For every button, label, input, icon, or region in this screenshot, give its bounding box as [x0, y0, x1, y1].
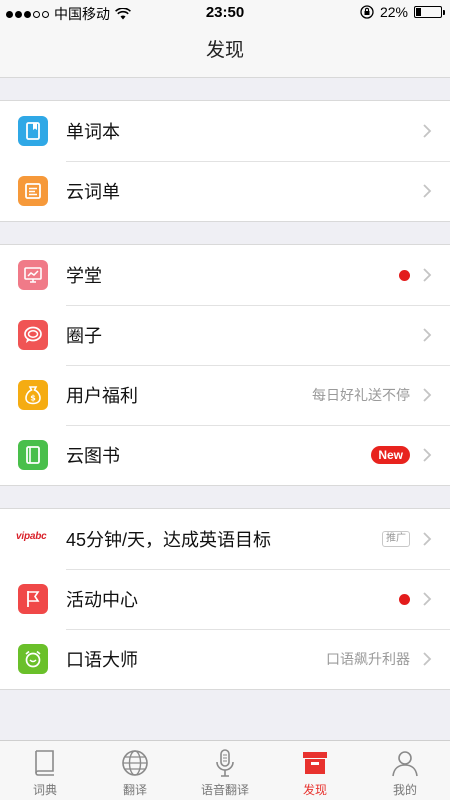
- menu-item-label: 单词本: [66, 122, 120, 142]
- row-accessory: 每日好礼送不停: [312, 385, 410, 405]
- rotation-lock-icon: [360, 5, 374, 19]
- globe-icon: [122, 750, 148, 776]
- menu-item-hint: 每日好礼送不停: [312, 387, 410, 403]
- chevron-right-icon: [423, 388, 432, 402]
- presentation-icon: [18, 260, 48, 290]
- book-icon: [18, 440, 48, 470]
- tab-voice-translate[interactable]: 语音翻译: [180, 741, 270, 800]
- microphone-icon: [216, 749, 234, 777]
- status-bar-right: 22%: [360, 4, 445, 20]
- menu-item-speaking-master[interactable]: 口语大师 口语飙升利器: [0, 629, 450, 689]
- new-badge: New: [371, 446, 410, 464]
- tab-label: 发现: [302, 783, 327, 797]
- tab-dictionary[interactable]: 词典: [0, 741, 90, 800]
- menu-item-activity-center[interactable]: 活动中心: [0, 569, 450, 629]
- dictionary-icon: [35, 750, 54, 776]
- menu-item-label: 用户福利: [66, 386, 138, 406]
- row-accessory: New: [371, 446, 410, 464]
- tab-bar: 词典 翻译 语音翻译 发现 我的: [0, 740, 450, 800]
- menu-item-vipabc-ad[interactable]: vipabc 45分钟/天，达成英语目标 推广: [0, 509, 450, 569]
- flag-icon: [18, 584, 48, 614]
- navigation-bar: 发现: [0, 26, 450, 78]
- battery-percent: 22%: [379, 4, 408, 20]
- row-accessory: 推广: [382, 531, 410, 547]
- row-accessory: 口语飙升利器: [326, 649, 410, 669]
- menu-group-1: 单词本 云词单: [0, 100, 450, 222]
- menu-item-label: 圈子: [66, 326, 102, 346]
- svg-text:$: $: [30, 394, 36, 403]
- menu-item-cloud-wordlist[interactable]: 云词单: [0, 161, 450, 221]
- menu-item-label: 45分钟/天，达成英语目标: [66, 530, 272, 550]
- tab-discover[interactable]: 发现: [270, 741, 360, 800]
- chat-bubble-icon: [18, 320, 48, 350]
- ad-tag: 推广: [382, 531, 410, 547]
- alarm-clock-icon: [18, 644, 48, 674]
- tab-me[interactable]: 我的: [360, 741, 450, 800]
- vipabc-logo: vipabc: [16, 531, 47, 542]
- chevron-right-icon: [423, 268, 432, 282]
- chevron-right-icon: [423, 124, 432, 138]
- discover-box-icon: [303, 752, 327, 774]
- menu-item-label: 活动中心: [66, 590, 138, 610]
- page-title: 发现: [205, 40, 244, 61]
- tab-label: 语音翻译: [200, 783, 249, 797]
- menu-group-2: 学堂 圈子 $ 用户福利 每日好礼送不停 云图书 New: [0, 244, 450, 486]
- tab-label: 词典: [32, 783, 57, 797]
- menu-item-label: 口语大师: [66, 650, 138, 670]
- menu-group-3: vipabc 45分钟/天，达成英语目标 推广 活动中心 口语大师 口语飙升利器: [0, 508, 450, 690]
- battery-icon: [414, 6, 445, 18]
- money-bag-icon: $: [18, 380, 48, 410]
- menu-item-wordbook[interactable]: 单词本: [0, 101, 450, 161]
- menu-item-academy[interactable]: 学堂: [0, 245, 450, 305]
- menu-item-user-benefits[interactable]: $ 用户福利 每日好礼送不停: [0, 365, 450, 425]
- menu-item-cloud-books[interactable]: 云图书 New: [0, 425, 450, 485]
- tab-translate[interactable]: 翻译: [90, 741, 180, 800]
- tab-label: 翻译: [122, 783, 147, 797]
- notebook-icon: [18, 116, 48, 146]
- user-icon: [392, 751, 418, 777]
- chevron-right-icon: [423, 652, 432, 666]
- row-accessory: [399, 593, 410, 605]
- chevron-right-icon: [423, 532, 432, 546]
- row-accessory: [399, 269, 410, 281]
- chevron-right-icon: [423, 448, 432, 462]
- menu-item-label: 云词单: [66, 182, 120, 202]
- menu-item-label: 学堂: [66, 266, 102, 286]
- notification-dot: [399, 269, 410, 281]
- menu-item-circle[interactable]: 圈子: [0, 305, 450, 365]
- tab-label: 我的: [392, 783, 417, 797]
- chevron-right-icon: [423, 592, 432, 606]
- menu-item-label: 云图书: [66, 446, 120, 466]
- battery-level: [416, 8, 422, 16]
- status-bar: 中国移动 23:50 22%: [0, 0, 450, 26]
- chevron-right-icon: [423, 328, 432, 342]
- menu-item-hint: 口语飙升利器: [326, 651, 410, 667]
- notification-dot: [399, 593, 410, 605]
- chevron-right-icon: [423, 184, 432, 198]
- list-icon: [18, 176, 48, 206]
